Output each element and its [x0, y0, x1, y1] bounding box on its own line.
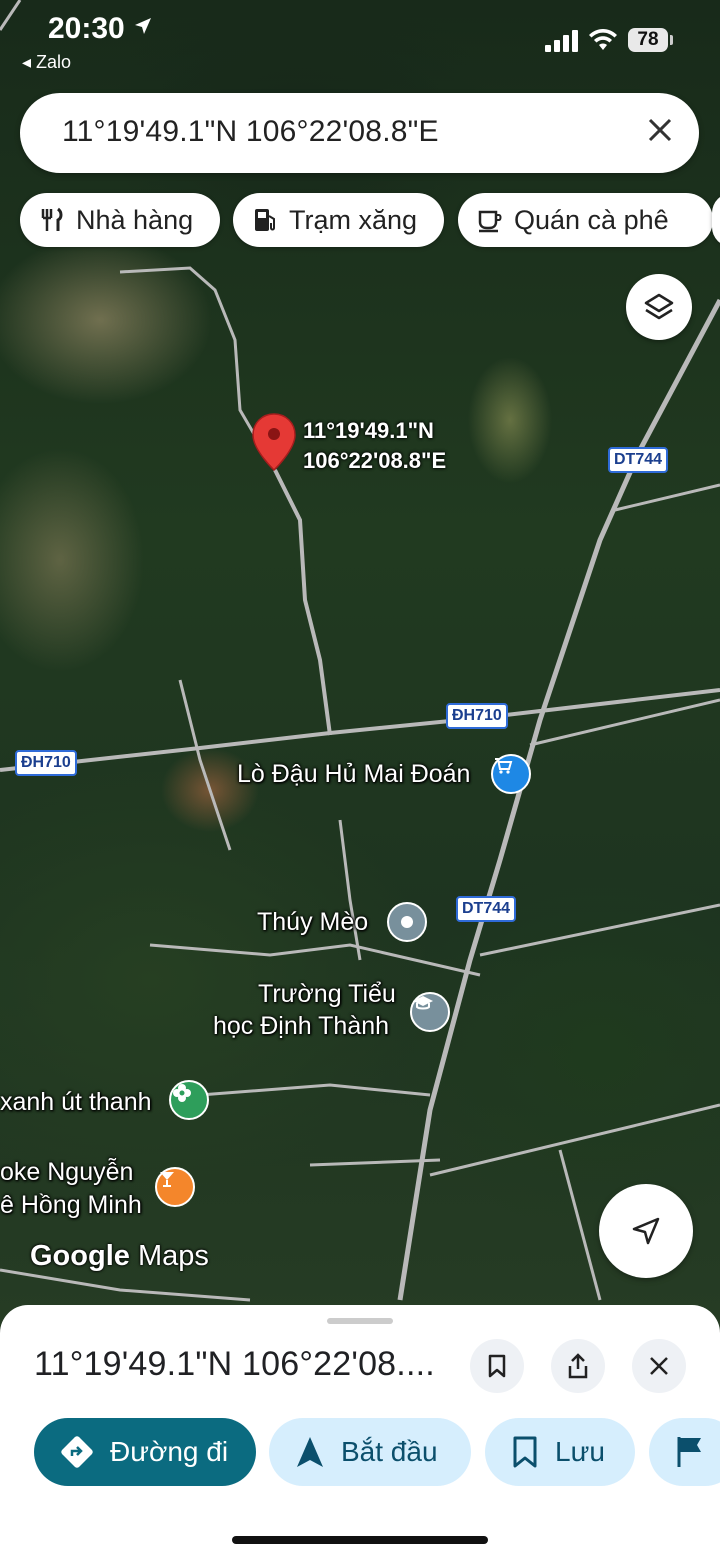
close-sheet-button[interactable]	[632, 1339, 686, 1393]
place-label-school-line2[interactable]: học Định Thành	[213, 1012, 389, 1041]
more-action-button[interactable]	[649, 1418, 720, 1486]
logo-maps-text: Maps	[137, 1240, 209, 1272]
flower-icon[interactable]	[169, 1080, 209, 1120]
cocktail-icon[interactable]	[155, 1167, 195, 1207]
start-navigation-button[interactable]: Bắt đầu	[269, 1418, 471, 1486]
place-label-karaoke-line1[interactable]: oke Nguyễn	[0, 1158, 133, 1187]
status-time: 20:30	[48, 12, 153, 46]
chip-coffee-shops[interactable]: Quán cà phê	[458, 193, 713, 247]
status-time-text: 20:30	[48, 12, 125, 45]
share-icon	[568, 1353, 588, 1379]
place-marker-icon[interactable]	[387, 902, 427, 942]
restaurant-icon	[38, 206, 66, 234]
logo-google-text: Google	[30, 1240, 130, 1272]
chip-restaurants[interactable]: Nhà hàng	[20, 193, 220, 247]
chip-label: Trạm xăng	[289, 204, 418, 235]
close-icon	[650, 1357, 668, 1375]
google-maps-logo: Google Maps	[30, 1240, 209, 1273]
school-icon[interactable]	[410, 992, 450, 1032]
chip-label: Quán cà phê	[514, 204, 669, 235]
road-shield-dh710: ĐH710	[446, 703, 508, 729]
place-title: 11°19'49.1"N 106°22'08....	[34, 1345, 435, 1383]
pin-coordinates-label: 11°19'49.1"N 106°22'08.8"E	[303, 416, 446, 476]
layers-icon	[644, 293, 674, 320]
place-label-tofu-shop[interactable]: Lò Đậu Hủ Mai Đoán	[237, 760, 470, 789]
home-indicator[interactable]	[232, 1536, 488, 1544]
road-shield-dt744: DT744	[608, 447, 669, 473]
action-label: Bắt đầu	[341, 1436, 438, 1467]
navigation-arrow-icon	[632, 1217, 660, 1245]
directions-button[interactable]: Đường đi	[34, 1418, 256, 1486]
action-label: Lưu	[555, 1436, 605, 1467]
chip-label: Nhà hàng	[76, 204, 194, 235]
battery-indicator: 78	[628, 28, 668, 52]
road-shield-dh710: ĐH710	[15, 750, 77, 776]
coffee-icon	[476, 206, 504, 234]
sheet-drag-handle[interactable]	[327, 1318, 393, 1324]
cellular-signal-icon	[545, 30, 578, 52]
action-label: Đường đi	[110, 1436, 229, 1467]
location-arrow-icon	[135, 18, 152, 34]
clear-search-button[interactable]	[647, 115, 673, 149]
status-bar: 20:30 ◂ Zalo 78	[0, 0, 720, 80]
map-layers-button[interactable]	[626, 274, 692, 340]
bookmark-icon	[488, 1354, 506, 1378]
pin-label-line2: 106°22'08.8"E	[303, 448, 447, 473]
place-label-karaoke-line2[interactable]: ê Hồng Minh	[0, 1191, 142, 1220]
back-to-app-link[interactable]: ◂ Zalo	[22, 52, 71, 73]
share-button[interactable]	[551, 1339, 605, 1393]
bookmark-icon	[511, 1435, 539, 1469]
flag-icon	[675, 1435, 705, 1469]
wifi-icon	[589, 29, 617, 50]
save-place-button[interactable]: Lưu	[485, 1418, 635, 1486]
road-shield-dt744: DT744	[456, 896, 517, 922]
place-label-thuy-meo[interactable]: Thúy Mèo	[257, 908, 368, 937]
pin-label-line1: 11°19'49.1"N	[303, 418, 434, 443]
directions-icon	[60, 1435, 94, 1469]
place-label-xanh-ut-thanh[interactable]: xanh út thanh	[0, 1088, 152, 1117]
place-label-school-line1[interactable]: Trường Tiểu	[258, 980, 396, 1009]
shopping-cart-icon[interactable]	[491, 754, 531, 794]
chip-gas-stations[interactable]: Trạm xăng	[233, 193, 444, 247]
battery-cap	[670, 35, 673, 45]
save-button[interactable]	[470, 1339, 524, 1393]
gas-station-icon	[251, 206, 279, 234]
close-icon[interactable]	[647, 117, 673, 143]
location-pin-icon[interactable]	[250, 412, 298, 474]
place-bottom-sheet[interactable]: 11°19'49.1"N 106°22'08.... Đường đi Bắt …	[0, 1305, 720, 1557]
search-input[interactable]: 11°19'49.1"N 106°22'08.8"E	[62, 115, 439, 149]
my-location-button[interactable]	[599, 1184, 693, 1278]
search-bar[interactable]: 11°19'49.1"N 106°22'08.8"E	[20, 93, 699, 173]
navigation-arrow-icon	[295, 1435, 325, 1469]
